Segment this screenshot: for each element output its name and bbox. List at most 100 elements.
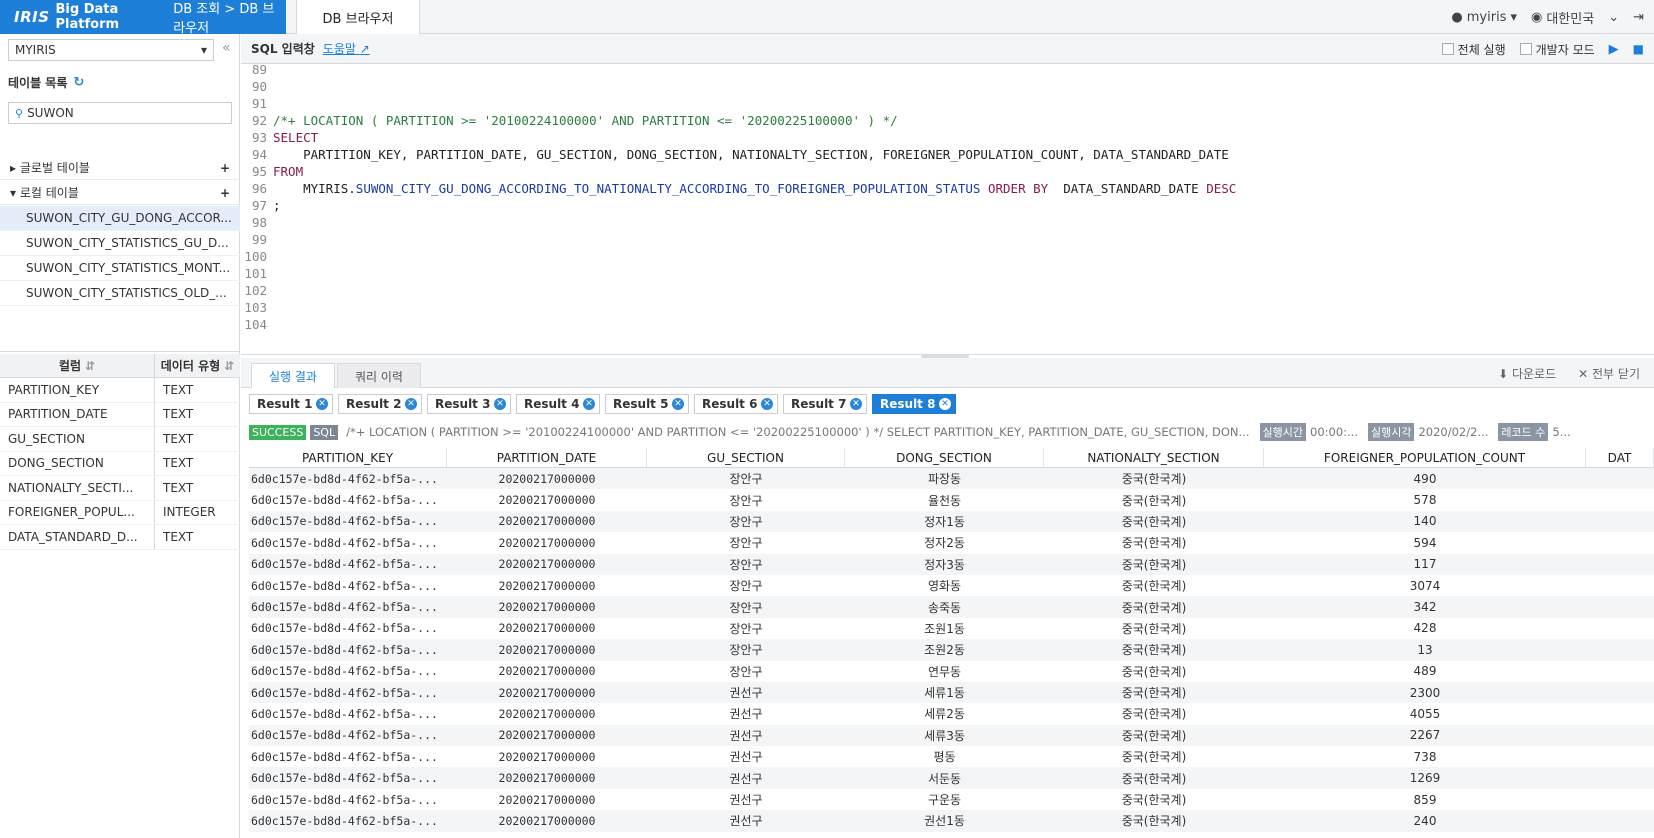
trash-icon[interactable]: ■ — [1633, 42, 1644, 56]
close-icon[interactable]: ✕ — [761, 398, 773, 410]
close-icon[interactable]: ✕ — [583, 398, 595, 410]
grid-cell: 594 — [1413, 535, 1437, 550]
grid-cell: 20200217000000 — [498, 728, 596, 743]
global-tables-label: 글로벌 테이블 — [19, 161, 90, 175]
sql-comment: /*+ LOCATION ( PARTITION >= '20100224100… — [273, 112, 898, 128]
table-row[interactable]: 6d0c157e-bd8d-4f62-bf5a-... 2020021700000… — [249, 553, 1654, 575]
table-row[interactable]: 6d0c157e-bd8d-4f62-bf5a-... 2020021700000… — [249, 681, 1654, 704]
grid-header-cell[interactable]: PARTITION_KEY — [249, 448, 447, 467]
download-button[interactable]: ⬇ 다운로드 — [1498, 365, 1556, 382]
table-row[interactable]: 6d0c157e-bd8d-4f62-bf5a-... 2020021700000… — [249, 789, 1654, 810]
column-row[interactable]: DONG_SECTION TEXT — [0, 451, 240, 476]
record-count-value: 5... — [1552, 425, 1571, 439]
tab-db-browser[interactable]: DB 브라우저 — [296, 0, 420, 34]
result-chip[interactable]: Result 5 ✕ — [605, 394, 689, 414]
close-icon[interactable]: ✕ — [405, 398, 417, 410]
table-item[interactable]: SUWON_CITY_STATISTICS_GU_D... — [0, 231, 240, 256]
table-row[interactable]: 6d0c157e-bd8d-4f62-bf5a-... 2020021700000… — [249, 596, 1654, 618]
column-row[interactable]: NATIONALTY_SECTI... TEXT — [0, 476, 240, 501]
table-row[interactable]: 6d0c157e-bd8d-4f62-bf5a-... 2020021700000… — [249, 510, 1654, 533]
grid-cell: 6d0c157e-bd8d-4f62-bf5a-... — [251, 749, 438, 764]
table-row[interactable]: 6d0c157e-bd8d-4f62-bf5a-... 2020021700000… — [249, 489, 1654, 510]
column-header[interactable]: 컬럼 ⇵ — [0, 354, 155, 377]
tab-results[interactable]: 실행 결과 — [251, 363, 335, 388]
grid-cell: 490 — [1413, 471, 1437, 486]
result-tabs: 실행 결과 쿼리 이력 ⬇ 다운로드 ✕ 전부 닫기 — [241, 358, 1654, 388]
type-header[interactable]: 데이터 유형 ⇵ — [155, 354, 240, 377]
table-item[interactable]: SUWON_CITY_GU_DONG_ACCOR... — [0, 206, 240, 231]
grid-cell: 6d0c157e-bd8d-4f62-bf5a-... — [251, 642, 438, 657]
add-icon[interactable]: + — [220, 161, 230, 175]
logout-icon[interactable]: ⇥ — [1633, 10, 1644, 25]
table-row[interactable]: 6d0c157e-bd8d-4f62-bf5a-... 2020021700000… — [249, 532, 1654, 553]
close-icon[interactable]: ✕ — [850, 398, 862, 410]
grid-cell: 중국(한국계) — [1121, 707, 1187, 722]
column-row[interactable]: DATA_STANDARD_D... TEXT — [0, 525, 240, 550]
add-icon[interactable]: + — [220, 186, 230, 200]
table-row[interactable]: 6d0c157e-bd8d-4f62-bf5a-... 2020021700000… — [249, 575, 1654, 596]
refresh-icon[interactable]: ↻ — [73, 75, 84, 90]
table-row[interactable]: 6d0c157e-bd8d-4f62-bf5a-... 2020021700000… — [249, 724, 1654, 747]
grid-cell: 중국(한국계) — [1121, 793, 1187, 808]
result-chip[interactable]: Result 6 ✕ — [694, 394, 778, 414]
help-link[interactable]: 도움말 ↗ — [323, 40, 370, 57]
table-row[interactable]: 6d0c157e-bd8d-4f62-bf5a-... 2020021700000… — [249, 618, 1654, 639]
app-logo[interactable]: IRIS — [14, 8, 50, 26]
grid-header-cell[interactable]: NATIONALTY_SECTION — [1044, 448, 1264, 467]
query-text: /*+ LOCATION ( PARTITION >= '20100224100… — [346, 425, 1250, 439]
table-row[interactable]: 6d0c157e-bd8d-4f62-bf5a-... 2020021700000… — [249, 810, 1654, 832]
column-row[interactable]: GU_SECTION TEXT — [0, 427, 240, 452]
grid-cell: 6d0c157e-bd8d-4f62-bf5a-... — [251, 664, 438, 679]
run-all-checkbox[interactable]: 전체 실행 — [1441, 41, 1506, 58]
grid-cell: 6d0c157e-bd8d-4f62-bf5a-... — [251, 706, 438, 721]
table-item[interactable]: SUWON_CITY_STATISTICS_MONT... — [0, 256, 240, 281]
tree-global-tables[interactable]: ▸ 글로벌 테이블 + — [0, 156, 240, 180]
column-row[interactable]: FOREIGNER_POPUL... INTEGER — [0, 500, 240, 525]
sql-editor[interactable]: 89 90 91 92/*+ LOCATION ( PARTITION >= '… — [241, 62, 1654, 354]
grid-cell: 중국(한국계) — [1121, 557, 1187, 572]
result-chip[interactable]: Result 1 ✕ — [249, 394, 333, 414]
user-menu[interactable]: ● myiris ▾ — [1451, 10, 1517, 25]
close-icon[interactable]: ✕ — [939, 398, 951, 410]
grid-cell: 20200217000000 — [498, 600, 596, 615]
close-icon[interactable]: ✕ — [672, 398, 684, 410]
grid-cell: 구운동 — [927, 793, 962, 808]
close-all-button[interactable]: ✕ 전부 닫기 — [1578, 365, 1640, 382]
language-label: 대한민국 — [1546, 11, 1595, 27]
database-select[interactable]: MYIRIS ▾ — [8, 39, 214, 61]
grid-header-cell[interactable]: FOREIGNER_POPULATION_COUNT — [1264, 448, 1586, 467]
run-icon[interactable]: ▶ — [1609, 42, 1619, 57]
tree-local-tables[interactable]: ▾ 로컬 테이블 + — [0, 181, 240, 205]
grid-cell: 6d0c157e-bd8d-4f62-bf5a-... — [251, 557, 438, 572]
result-chip[interactable]: Result 7 ✕ — [783, 394, 867, 414]
result-chip[interactable]: Result 2 ✕ — [338, 394, 422, 414]
user-icon: ● — [1451, 9, 1463, 25]
close-icon[interactable]: ✕ — [494, 398, 506, 410]
table-row[interactable]: 6d0c157e-bd8d-4f62-bf5a-... 2020021700000… — [249, 639, 1654, 661]
grid-cell: 장안구 — [729, 557, 763, 572]
table-row[interactable]: 6d0c157e-bd8d-4f62-bf5a-... 2020021700000… — [249, 746, 1654, 767]
chevron-down-icon[interactable]: ⌄ — [1608, 10, 1619, 25]
table-row[interactable]: 6d0c157e-bd8d-4f62-bf5a-... 2020021700000… — [249, 468, 1654, 490]
table-row[interactable]: 6d0c157e-bd8d-4f62-bf5a-... 2020021700000… — [249, 767, 1654, 789]
language-menu[interactable]: ◉ 대한민국 — [1531, 8, 1594, 27]
result-chip[interactable]: Result 3 ✕ — [427, 394, 511, 414]
grid-header-cell[interactable]: DAT — [1586, 448, 1654, 467]
result-chip-active[interactable]: Result 8 ✕ — [872, 394, 956, 414]
close-icon[interactable]: ✕ — [316, 398, 328, 410]
grid-header-cell[interactable]: DONG_SECTION — [845, 448, 1044, 467]
column-row[interactable]: PARTITION_KEY TEXT — [0, 378, 240, 403]
table-row[interactable]: 6d0c157e-bd8d-4f62-bf5a-... 2020021700000… — [249, 661, 1654, 682]
dev-mode-checkbox[interactable]: 개발자 모드 — [1519, 41, 1595, 58]
collapse-panel-icon[interactable]: « — [222, 40, 231, 56]
grid-cell: 중국(한국계) — [1121, 600, 1187, 615]
grid-header-cell[interactable]: PARTITION_DATE — [447, 448, 647, 467]
result-chip[interactable]: Result 4 ✕ — [516, 394, 600, 414]
column-row[interactable]: PARTITION_DATE TEXT — [0, 402, 240, 427]
grid-header-cell[interactable]: GU_SECTION — [647, 448, 845, 467]
table-row[interactable]: 6d0c157e-bd8d-4f62-bf5a-... 2020021700000… — [249, 703, 1654, 724]
table-search-input[interactable]: ⚲ SUWON — [8, 102, 232, 124]
grid-cell: 6d0c157e-bd8d-4f62-bf5a-... — [251, 471, 438, 486]
tab-query-history[interactable]: 쿼리 이력 — [337, 363, 421, 388]
table-item[interactable]: SUWON_CITY_STATISTICS_OLD_... — [0, 281, 240, 306]
